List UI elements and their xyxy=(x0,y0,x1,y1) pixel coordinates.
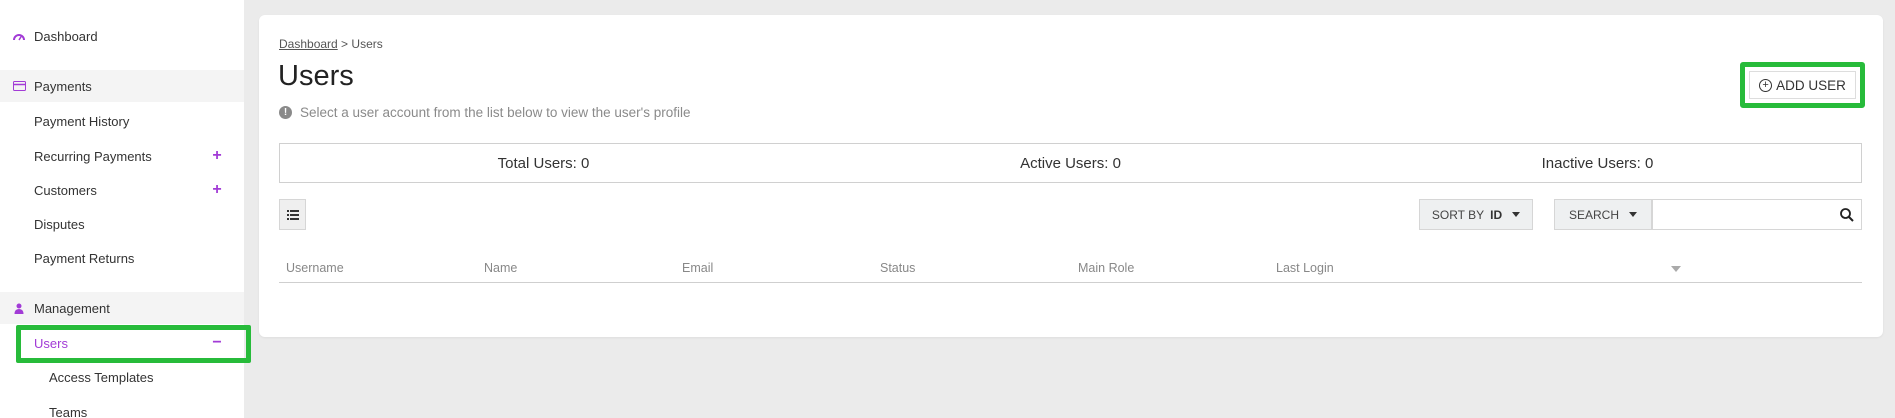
sort-by-label: SORT BY xyxy=(1431,207,1485,222)
page-hint: ! Select a user account from the list be… xyxy=(279,105,691,120)
person-icon xyxy=(12,301,26,315)
sidebar-item-label: Payment Returns xyxy=(34,250,135,266)
sort-by-value: ID xyxy=(1490,207,1503,222)
sidebar-item-recurring-payments[interactable]: Recurring Payments + xyxy=(0,140,244,172)
hint-text: Select a user account from the list belo… xyxy=(300,105,691,120)
sidebar-item-teams[interactable]: Teams xyxy=(0,396,244,418)
sort-caret-icon[interactable] xyxy=(1671,266,1681,272)
search-icon[interactable] xyxy=(1839,207,1855,223)
sidebar-item-label: Payment History xyxy=(34,113,130,129)
add-user-button[interactable]: + ADD USER xyxy=(1749,71,1856,99)
breadcrumb-current: Users xyxy=(351,37,383,51)
list-icon xyxy=(286,209,299,220)
breadcrumb-separator: > xyxy=(337,37,352,51)
column-header-name[interactable]: Name xyxy=(484,261,517,275)
sidebar-item-management[interactable]: Management xyxy=(0,292,244,324)
add-user-highlight-box: + ADD USER xyxy=(1740,62,1865,108)
sidebar-item-payment-history[interactable]: Payment History xyxy=(0,105,244,137)
sidebar-item-payment-returns[interactable]: Payment Returns xyxy=(0,242,244,274)
sidebar-item-label: Disputes xyxy=(34,216,85,232)
column-header-last-login[interactable]: Last Login xyxy=(1276,261,1334,275)
plus-icon[interactable]: + xyxy=(210,181,224,199)
page-title: Users xyxy=(278,60,354,92)
caret-down-icon xyxy=(1512,212,1521,217)
sidebar-item-label: Teams xyxy=(49,404,88,418)
sidebar-item-label: Dashboard xyxy=(34,28,98,44)
add-user-label: ADD USER xyxy=(1776,77,1846,93)
sidebar-item-dashboard[interactable]: Dashboard xyxy=(0,20,244,52)
search-field-label: SEARCH xyxy=(1568,207,1619,222)
sidebar-item-payments[interactable]: Payments xyxy=(0,70,244,102)
column-header-main-role[interactable]: Main Role xyxy=(1078,261,1134,275)
plus-icon[interactable]: + xyxy=(210,147,224,165)
sidebar-item-label: Customers xyxy=(34,182,97,198)
sidebar-item-label: Recurring Payments xyxy=(34,148,152,164)
user-stats-bar: Total Users: 0 Active Users: 0 Inactive … xyxy=(279,143,1862,183)
sidebar-item-customers[interactable]: Customers + xyxy=(0,174,244,206)
column-header-email[interactable]: Email xyxy=(682,261,713,275)
sidebar-item-access-templates[interactable]: Access Templates xyxy=(0,361,244,393)
sort-by-dropdown[interactable]: SORT BY ID xyxy=(1419,199,1533,230)
sidebar-item-label: Management xyxy=(34,300,110,316)
sidebar-item-label: Access Templates xyxy=(49,369,154,385)
users-highlight-box xyxy=(16,325,251,363)
list-view-button[interactable] xyxy=(279,199,306,230)
column-header-status[interactable]: Status xyxy=(880,261,915,275)
active-users-stat: Active Users: 0 xyxy=(1020,154,1121,172)
users-panel: Dashboard > Users Users ! Select a user … xyxy=(259,15,1883,337)
breadcrumb-link-dashboard[interactable]: Dashboard xyxy=(279,37,338,51)
dashboard-icon xyxy=(12,29,26,43)
sidebar-item-disputes[interactable]: Disputes xyxy=(0,208,244,240)
sidebar-item-label: Payments xyxy=(34,78,92,94)
caret-down-icon xyxy=(1629,212,1637,217)
search-field-dropdown[interactable]: SEARCH xyxy=(1554,199,1652,230)
total-users-stat: Total Users: 0 xyxy=(497,154,590,172)
column-header-username[interactable]: Username xyxy=(286,261,344,275)
info-icon: ! xyxy=(279,106,292,119)
inactive-users-stat: Inactive Users: 0 xyxy=(1541,154,1654,172)
users-table-header: Username Name Email Status Main Role Las… xyxy=(279,261,1862,283)
credit-card-icon xyxy=(12,79,26,93)
plus-circle-icon: + xyxy=(1759,78,1773,92)
breadcrumb: Dashboard > Users xyxy=(279,37,383,51)
search-input[interactable] xyxy=(1652,199,1862,230)
